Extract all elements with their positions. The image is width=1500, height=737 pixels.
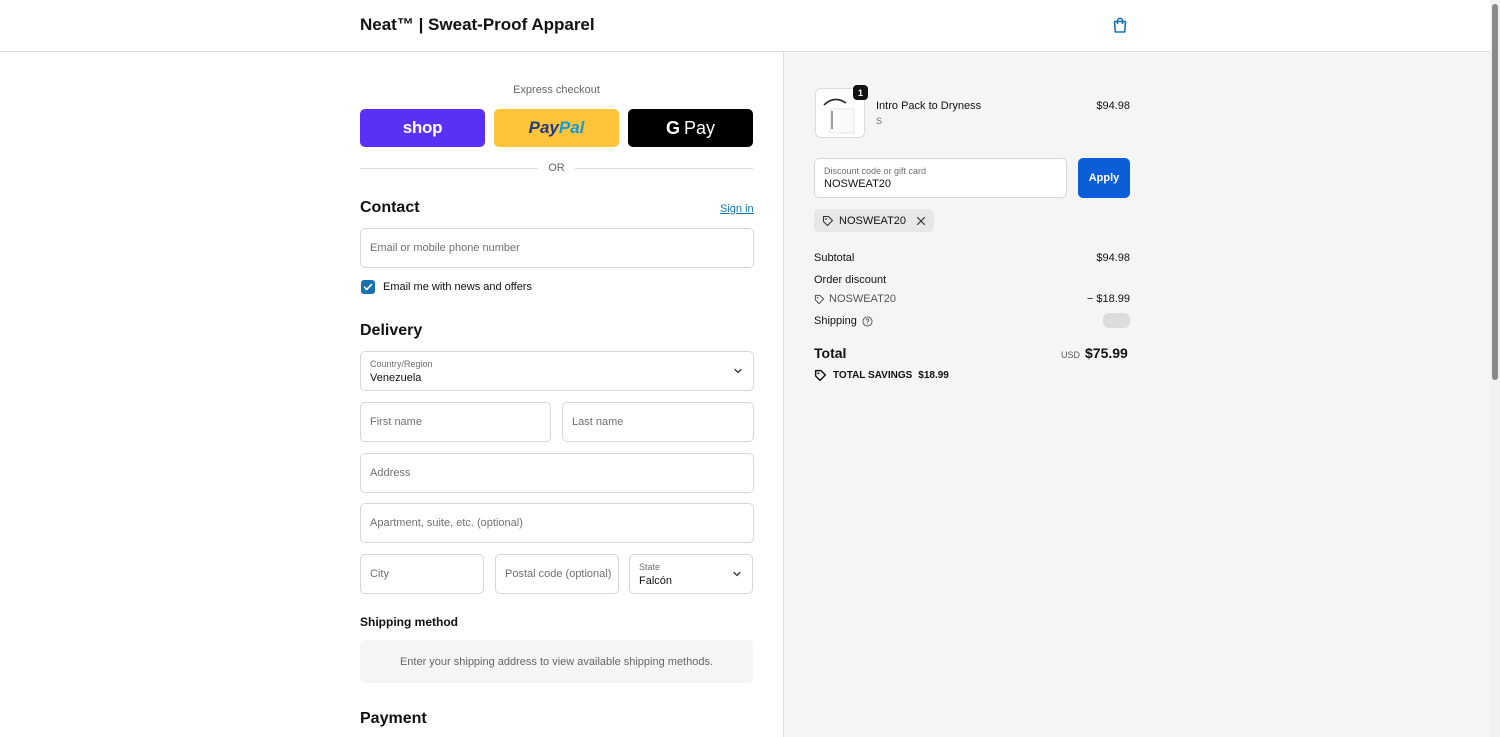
- google-pay-button[interactable]: G Pay: [628, 109, 753, 147]
- email-field[interactable]: Email or mobile phone number: [360, 228, 754, 268]
- city-placeholder: City: [370, 568, 389, 580]
- first-name-field[interactable]: First name: [360, 402, 551, 442]
- remove-discount-icon[interactable]: [916, 216, 926, 226]
- last-name-field[interactable]: Last name: [562, 402, 754, 442]
- state-select[interactable]: State Falcón: [629, 554, 753, 594]
- applied-discount-chip: NOSWEAT20: [814, 209, 935, 232]
- shipping-value-placeholder: [1103, 313, 1130, 328]
- or-label: OR: [538, 162, 575, 174]
- currency-code: USD: [1060, 350, 1080, 360]
- store-name[interactable]: Neat™ | Sweat-Proof Apparel: [360, 15, 595, 35]
- total-label: Total: [814, 345, 847, 361]
- contact-title: Contact: [360, 199, 420, 216]
- total-savings-value: $18.99: [918, 370, 949, 381]
- google-g-icon: G: [665, 117, 680, 138]
- tag-icon: [814, 294, 825, 304]
- state-value: Falcón: [639, 575, 673, 587]
- first-name-placeholder: First name: [370, 416, 422, 428]
- address-placeholder: Address: [370, 467, 411, 479]
- order-discount-code: NOSWEAT20: [829, 293, 897, 305]
- postal-code-field[interactable]: Postal code (optional): [495, 554, 619, 594]
- news-checkbox[interactable]: [361, 280, 375, 294]
- paypal-button[interactable]: Pay Pal: [494, 109, 619, 147]
- news-checkbox-label[interactable]: Email me with news and offers: [383, 281, 532, 293]
- tag-icon: [822, 215, 834, 226]
- order-discount-code-row: NOSWEAT20: [814, 293, 896, 305]
- apply-discount-label: Apply: [1088, 172, 1120, 184]
- city-field[interactable]: City: [360, 554, 484, 594]
- postal-code-placeholder: Postal code (optional): [505, 568, 612, 580]
- header: Neat™ | Sweat-Proof Apparel: [0, 0, 1490, 52]
- chevron-down-icon: [734, 368, 742, 374]
- chevron-down-icon: [733, 571, 741, 577]
- google-pay-label: Pay: [683, 117, 716, 138]
- shipping-method-notice: Enter your shipping address to view avai…: [360, 640, 753, 683]
- express-checkout-label: Express checkout: [513, 84, 600, 96]
- order-discount-value: − $18.99: [1086, 293, 1130, 305]
- state-label: State: [639, 562, 661, 572]
- shipping-label: Shipping: [814, 315, 857, 327]
- subtotal-value: $94.98: [1096, 252, 1130, 264]
- discount-code-label: Discount code or gift card: [824, 166, 927, 176]
- country-select[interactable]: Country/Region Venezuela: [360, 351, 754, 391]
- scrollbar-thumb[interactable]: [1492, 4, 1498, 380]
- email-placeholder: Email or mobile phone number: [370, 242, 520, 254]
- shipping-method-notice-text: Enter your shipping address to view avai…: [399, 655, 714, 668]
- total-savings-label: TOTAL SAVINGS: [833, 370, 913, 381]
- last-name-placeholder: Last name: [572, 416, 624, 428]
- product-name: Intro Pack to Dryness: [876, 100, 982, 112]
- quantity-badge: 1: [853, 85, 868, 100]
- order-discount-label: Order discount: [814, 274, 887, 286]
- apply-discount-button[interactable]: Apply: [1078, 158, 1130, 198]
- product-price: $94.98: [1096, 100, 1130, 112]
- sign-in-link[interactable]: Sign in: [720, 203, 754, 215]
- address-field[interactable]: Address: [360, 453, 754, 493]
- paypal-logo-part1: Pay: [528, 118, 559, 137]
- applied-discount-code: NOSWEAT20: [839, 214, 907, 227]
- country-label: Country/Region: [370, 359, 433, 369]
- shipping-method-title: Shipping method: [360, 615, 458, 629]
- country-value: Venezuela: [370, 372, 422, 384]
- subtotal-label: Subtotal: [814, 252, 855, 264]
- page-scrollbar[interactable]: [1490, 0, 1500, 737]
- shop-pay-logo: shop: [402, 118, 443, 137]
- total-savings: TOTAL SAVINGS $18.99: [814, 369, 949, 382]
- shipping-row: Shipping: [814, 315, 873, 327]
- payment-title: Payment: [360, 710, 427, 727]
- apartment-field[interactable]: Apartment, suite, etc. (optional): [360, 503, 754, 543]
- shopping-bag-icon[interactable]: [1111, 16, 1129, 34]
- order-summary-panel: [783, 52, 1491, 737]
- tag-icon: [814, 369, 827, 382]
- discount-code-value: NOSWEAT20: [824, 178, 892, 190]
- delivery-title: Delivery: [360, 322, 423, 339]
- shop-pay-button[interactable]: shop: [360, 109, 485, 147]
- product-variant: S: [876, 116, 883, 126]
- paypal-logo-part2: Pal: [558, 118, 585, 137]
- help-icon[interactable]: [862, 315, 873, 327]
- checkmark-icon: [363, 283, 373, 291]
- total-value: $75.99: [1085, 345, 1128, 361]
- apartment-placeholder: Apartment, suite, etc. (optional): [370, 517, 523, 529]
- discount-code-field[interactable]: Discount code or gift card NOSWEAT20: [814, 158, 1067, 198]
